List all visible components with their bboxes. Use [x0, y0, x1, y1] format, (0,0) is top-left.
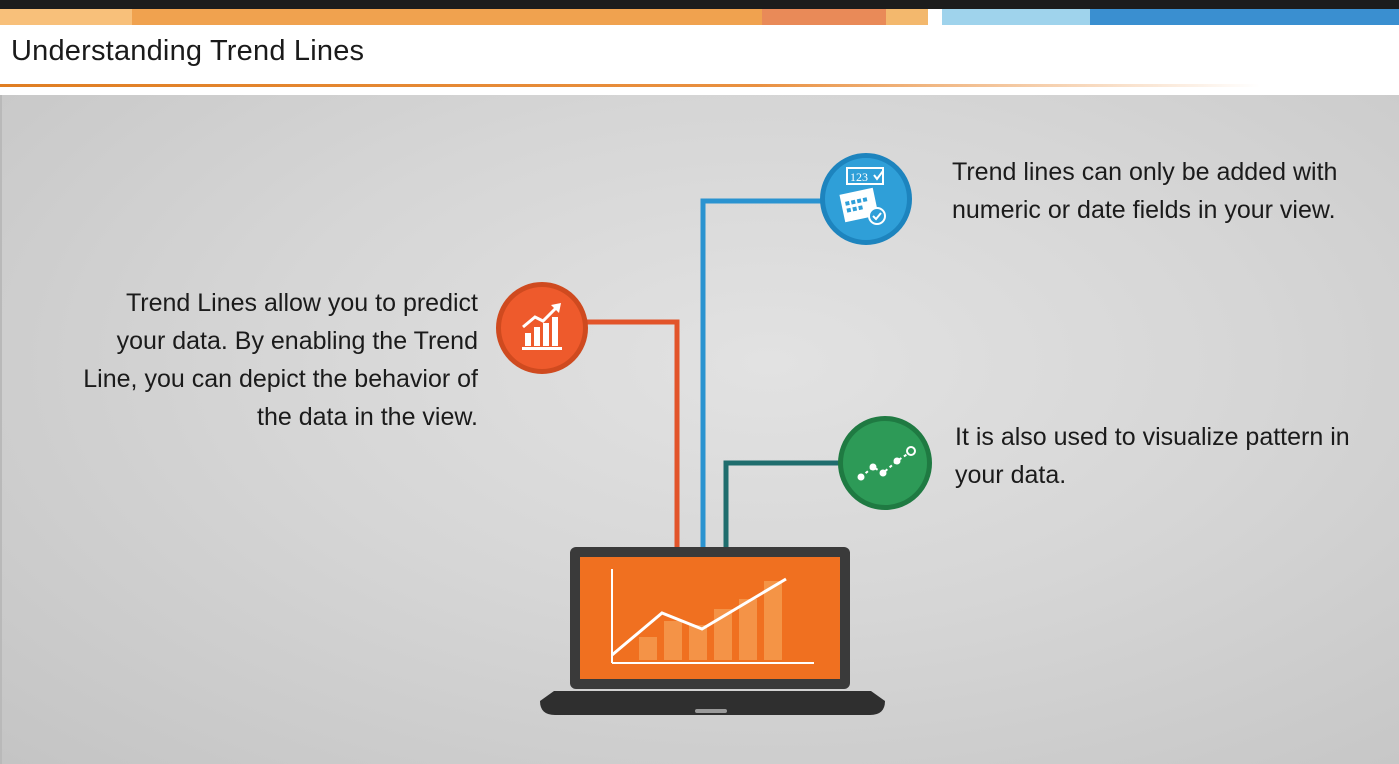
orange-connector: [586, 319, 680, 548]
laptop-screen: [580, 557, 840, 679]
laptop-illustration: [540, 547, 885, 715]
scatter-pattern-icon: [838, 416, 932, 510]
growth-chart-icon: [496, 282, 588, 374]
numeric-label: 123: [850, 170, 868, 184]
numeric-date-calendar-icon: 123: [820, 153, 912, 245]
callout-numeric-date-fields: Trend lines can only be added with numer…: [952, 158, 1338, 224]
callout-visualize-pattern: It is also used to visualize pattern in …: [955, 423, 1350, 489]
teal-connector: [723, 460, 840, 548]
callout-trend-lines-predict: Trend Lines allow you to predict your da…: [83, 289, 478, 431]
blue-connector: [700, 198, 822, 548]
